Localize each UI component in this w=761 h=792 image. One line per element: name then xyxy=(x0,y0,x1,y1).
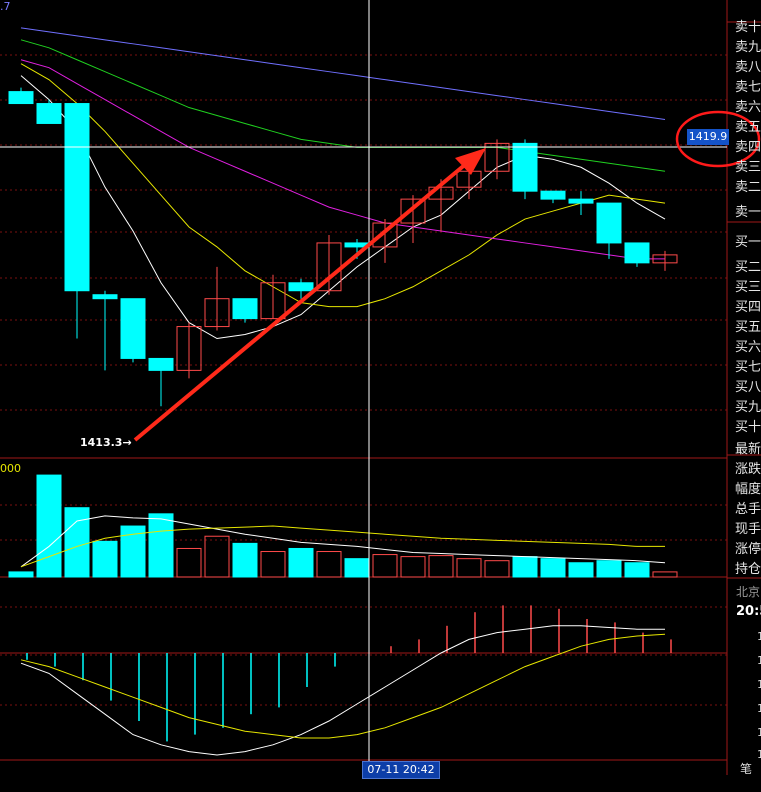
beijing-time-label: 北京 xyxy=(736,585,761,599)
crosshair xyxy=(0,0,727,775)
ma-line-blue xyxy=(20,27,666,120)
volume-bar xyxy=(400,556,426,578)
ma-line-magenta xyxy=(20,59,665,260)
volume-ma-line xyxy=(20,515,666,568)
candle-down xyxy=(288,282,314,292)
volume-bar xyxy=(624,562,650,578)
stat-label: 幅度 xyxy=(735,482,761,497)
sell-level-label: 卖一 xyxy=(735,205,761,220)
sell-level-label: 卖二 xyxy=(735,180,761,195)
candle-down xyxy=(64,103,90,292)
buy-level-label: 买八 xyxy=(735,380,761,395)
volume-bar xyxy=(232,542,258,578)
bi-tab[interactable]: 笔 xyxy=(740,760,752,777)
stat-label: 总手 xyxy=(735,502,761,517)
sell-level-label: 卖三 xyxy=(735,160,761,175)
side-digit: 1 xyxy=(757,702,761,715)
candle-down xyxy=(8,91,34,105)
volume-bar xyxy=(92,540,118,578)
trend-arrow-line xyxy=(133,156,475,442)
sell-level-label: 卖五 xyxy=(735,120,761,135)
volume-bar xyxy=(540,558,566,578)
buy-level-label: 买七 xyxy=(735,360,761,375)
volume-bar xyxy=(260,551,286,578)
volume-bar xyxy=(456,558,482,578)
panel-borders xyxy=(0,0,761,775)
sell-level-label: 卖九 xyxy=(735,40,761,55)
volume-bar xyxy=(316,551,342,578)
candle-down xyxy=(148,357,174,371)
buy-level-label: 买六 xyxy=(735,340,761,355)
volume-bar xyxy=(652,571,678,578)
volume-ma-lines xyxy=(20,515,666,568)
volume-bar xyxy=(372,554,398,578)
side-digit: 1 xyxy=(757,748,761,761)
candle-down xyxy=(92,294,118,300)
side-digit: 1 xyxy=(757,654,761,667)
volume-bar xyxy=(512,556,538,578)
low-arrow-icon: → xyxy=(122,436,132,449)
futures-chart[interactable] xyxy=(0,0,761,792)
sell-level-label: 卖六 xyxy=(735,100,761,115)
buy-level-label: 买十 xyxy=(735,420,761,435)
side-digit: 1 xyxy=(757,630,761,643)
volume-bar xyxy=(148,513,174,578)
volume-bar xyxy=(8,571,34,578)
buy-level-label: 买四 xyxy=(735,300,761,315)
low-price-label: 1413.3→ xyxy=(80,436,132,449)
buy-level-label: 买三 xyxy=(735,280,761,295)
buy-level-label: 买一 xyxy=(735,235,761,250)
volume-bar xyxy=(288,547,314,578)
macd-panel xyxy=(20,605,672,756)
stat-label: 持仓 xyxy=(735,562,761,577)
clock-value: 20:5 xyxy=(736,604,761,619)
candle-down xyxy=(120,298,146,359)
candle-down xyxy=(568,198,594,204)
volume-bar xyxy=(64,507,90,578)
buy-level-label: 买五 xyxy=(735,320,761,335)
side-digit: 1 xyxy=(757,678,761,691)
volume-bar xyxy=(568,562,594,578)
volume-bar xyxy=(204,535,230,578)
volume-bar xyxy=(484,560,510,578)
macd-line xyxy=(20,633,666,739)
moving-averages xyxy=(20,27,666,340)
crosshair-price-tag: 1419.9 xyxy=(687,129,729,145)
volume-bars xyxy=(8,474,678,578)
volume-indicator-label: 000 xyxy=(0,462,21,475)
volume-bar xyxy=(36,474,62,578)
buy-level-label: 买二 xyxy=(735,260,761,275)
volume-bar xyxy=(176,547,202,578)
stat-label: 涨跌 xyxy=(735,462,761,477)
volume-bar xyxy=(428,555,454,578)
stat-label: 最新 xyxy=(735,442,761,457)
stat-label: 现手 xyxy=(735,522,761,537)
candle-down xyxy=(540,190,566,200)
stat-label: 涨停 xyxy=(735,542,761,557)
candle-down xyxy=(624,242,650,264)
side-digit: 1 xyxy=(757,726,761,739)
candle-down xyxy=(512,142,538,192)
volume-bar xyxy=(596,560,622,578)
trend-arrow xyxy=(133,148,486,442)
grid-lines xyxy=(0,54,727,706)
candle-down xyxy=(596,202,622,244)
candle-down xyxy=(36,103,62,124)
candle-down xyxy=(232,298,258,320)
macd-line xyxy=(20,625,665,756)
sell-level-label: 卖十 xyxy=(735,20,761,35)
volume-ma-line xyxy=(20,525,665,568)
low-price-value: 1413.3 xyxy=(80,436,123,449)
crosshair-time-tag: 07-11 20:42 xyxy=(362,761,440,779)
volume-bar xyxy=(344,558,370,578)
buy-level-label: 买九 xyxy=(735,400,761,415)
sell-level-label: 卖八 xyxy=(735,60,761,75)
ma-line-yellow xyxy=(20,63,666,308)
candlesticks[interactable] xyxy=(8,87,678,407)
sell-level-label: 卖四 xyxy=(735,140,761,155)
sell-level-label: 卖七 xyxy=(735,80,761,95)
ma-indicator-label: .7 xyxy=(0,0,11,13)
